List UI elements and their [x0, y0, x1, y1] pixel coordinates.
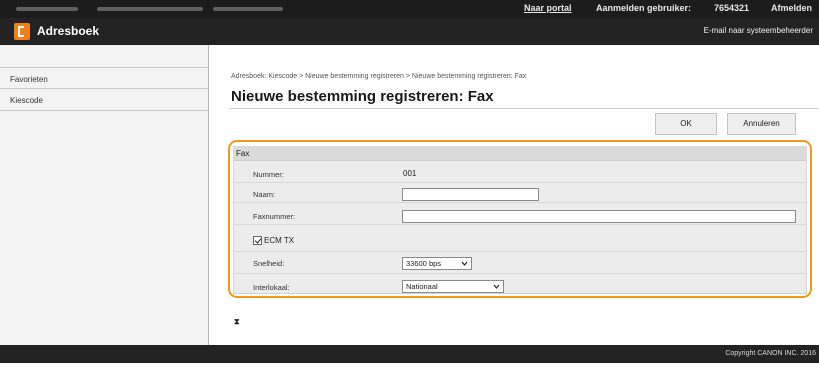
ok-button[interactable]: OK: [655, 113, 717, 135]
address-book-icon: [14, 23, 30, 40]
blurred-text: [16, 7, 78, 11]
sidebar: Favorieten Kiescode: [0, 45, 209, 345]
logout-link[interactable]: Afmelden: [771, 3, 812, 13]
app-title: Adresboek: [37, 24, 100, 38]
copyright-text: Copyright CANON INC. 2016: [725, 350, 816, 357]
cancel-button[interactable]: Annuleren: [727, 113, 796, 135]
top-bar: Naar portal Aanmelden gebruiker: 7654321…: [0, 0, 819, 18]
sidebar-item-label: Favorieten: [10, 75, 48, 84]
title-divider: [230, 108, 819, 109]
blurred-text: [97, 7, 203, 11]
sidebar-item-favorieten[interactable]: Favorieten: [0, 67, 208, 89]
blurred-text: [213, 7, 283, 11]
highlight-frame: [228, 140, 812, 298]
sidebar-item-kiescode[interactable]: Kiescode: [0, 89, 208, 111]
page-title: Nieuwe bestemming registreren: Fax: [231, 88, 494, 105]
sidebar-item-label: Kiescode: [10, 96, 43, 105]
login-user-label: Aanmelden gebruiker:: [596, 3, 692, 13]
app-header: Adresboek E-mail naar systeembeheerder: [0, 18, 819, 45]
mail-admin-link[interactable]: E-mail naar systeembeheerder: [704, 26, 813, 35]
scroll-top-icon[interactable]: ⧗: [234, 317, 240, 327]
footer: Copyright CANON INC. 2016: [0, 345, 819, 363]
portal-link[interactable]: Naar portal: [524, 3, 572, 13]
user-id: 7654321: [714, 3, 750, 13]
breadcrumb: Adresboek: Kiescode > Nieuwe bestemming …: [231, 73, 527, 80]
